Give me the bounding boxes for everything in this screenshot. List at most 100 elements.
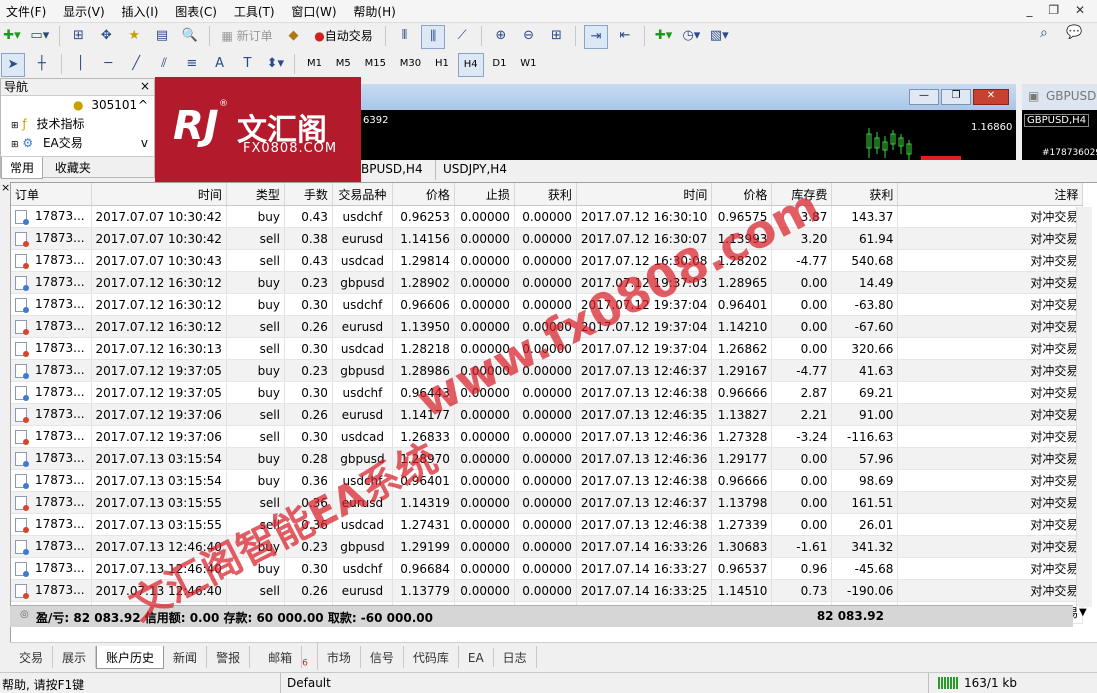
menu-window[interactable]: 窗口(W) [285,0,343,20]
restore-icon[interactable]: ❐ [1042,3,1065,17]
navigator-item-indicators[interactable]: ⊞ ƒ 技术指标 [1,115,154,134]
table-row[interactable]: 17873... 2017.07.07 10:30:42 sell 0.38 eurus… [11,227,1084,250]
profiles-icon[interactable]: ▭▾ [29,25,51,47]
table-row[interactable]: 17873... 2017.07.07 10:30:42 buy 0.43 usdchf… [11,205,1084,228]
indicators-icon[interactable]: ✚▾ [653,25,675,47]
horizontal-line-icon[interactable]: ─ [97,53,119,75]
scroll-down-icon[interactable]: ▼ [1079,607,1087,618]
tile-windows-icon[interactable]: ⊞ [545,25,567,47]
col-close-time-header[interactable]: 时间 [576,183,713,206]
close-icon[interactable]: ✕ [1069,3,1091,17]
search-icon[interactable]: ⌕ [1040,25,1048,41]
tab-news[interactable]: 新闻 [164,646,208,668]
expand-icon[interactable]: ⊞ [11,140,19,150]
auto-scroll-icon[interactable]: ⇥ [584,25,609,49]
tab-common[interactable]: 常用 [1,157,44,179]
tab-trade[interactable]: 交易 [10,646,54,668]
close-icon[interactable]: × [1,181,10,194]
tab-signals[interactable]: 信号 [361,646,404,668]
menu-view[interactable]: 显示(V) [57,0,112,20]
cursor-icon[interactable]: ➤ [1,53,25,77]
text-label-icon[interactable]: T [236,53,258,75]
close-icon[interactable]: ✕ [973,89,1009,105]
table-row[interactable]: 17873... 2017.07.12 19:37:05 buy 0.30 usdchf… [11,381,1084,404]
scroll-down-icon[interactable]: v [141,134,148,153]
terminal-icon[interactable]: ▤ [151,25,173,47]
table-row[interactable]: 17873... 2017.07.13 03:15:55 sell 0.36 usdca… [11,513,1084,536]
scroll-up-icon[interactable]: ^ [138,96,148,115]
tab-favorites[interactable]: 收藏夹 [47,157,99,178]
col-open-time-header[interactable]: 时间 [91,183,227,206]
new-chart-icon[interactable]: ✚▾ [1,25,23,47]
candlestick-icon[interactable]: ⫼ [421,25,446,49]
zoom-out-icon[interactable]: ⊖ [518,25,540,47]
col-lots-header[interactable]: 手数 [284,183,333,206]
table-row[interactable]: 17873... 2017.07.12 19:37:06 sell 0.26 eurus… [11,403,1084,426]
strategy-tester-icon[interactable]: 🔍 [179,25,201,47]
templates-icon[interactable]: ▧▾ [708,25,730,47]
expand-icon[interactable]: ⊞ [11,121,19,131]
arrows-icon[interactable]: ⬍▾ [264,53,286,75]
col-order-header[interactable]: 订单 [11,183,92,206]
tf-m15[interactable]: M15 [360,53,391,75]
menu-file[interactable]: 文件(F) [0,0,53,20]
fibonacci-icon[interactable]: ≡ [181,53,203,75]
chart-window-main[interactable]: — ❐ ✕ 6392 1.16860 [361,84,1016,164]
chart-tab-gbpusd[interactable]: BPUSD,H4 [361,162,423,176]
line-chart-icon[interactable]: ⟋ [451,25,473,47]
vertical-scrollbar[interactable]: ▼ [1076,207,1092,618]
chart-titlebar[interactable]: ▣ GBPUSD [1022,84,1097,110]
menu-help[interactable]: 帮助(H) [347,0,402,20]
chart-shift-icon[interactable]: ⇤ [614,25,636,47]
table-row[interactable]: 17873... 2017.07.13 03:15:55 sell 0.36 eurus… [11,491,1084,514]
table-row[interactable]: 17873... 2017.07.13 03:15:54 buy 0.28 gbpusd… [11,447,1084,470]
tab-code-base[interactable]: 代码库 [404,646,459,668]
metaeditor-icon[interactable]: ◆ [282,25,304,47]
col-type-header[interactable]: 类型 [226,183,285,206]
minimize-icon[interactable]: — [909,89,939,105]
tf-m5[interactable]: M5 [331,53,356,75]
zoom-in-icon[interactable]: ⊕ [490,25,512,47]
tab-market[interactable]: 市场 [318,646,361,668]
channel-icon[interactable]: ⫽ [153,53,175,75]
account-item[interactable]: ● 305101 ^ [1,96,154,115]
col-sl-header[interactable]: 止损 [454,183,515,206]
auto-trading-button[interactable]: ●自动交易 [310,25,377,47]
chart-titlebar[interactable]: — ❐ ✕ [361,84,1016,110]
vertical-line-icon[interactable]: │ [69,53,91,75]
col-open-price-header[interactable]: 价格 [392,183,455,206]
tab-journal[interactable]: 日志 [494,646,537,668]
navigator-item-ea[interactable]: ⊞ ⚙ EA交易 v [1,134,154,153]
table-row[interactable]: 17873... 2017.07.07 10:30:43 sell 0.43 usdca… [11,249,1084,272]
tf-m1[interactable]: M1 [302,53,327,75]
tab-account-history[interactable]: 账户历史 [96,646,165,669]
col-tp-header[interactable]: 获利 [514,183,577,206]
col-comment-header[interactable]: 注释 [897,183,1084,206]
data-window-icon[interactable]: ✥ [95,25,117,47]
market-watch-icon[interactable]: ⊞ [67,25,89,47]
tf-d1[interactable]: D1 [487,53,511,75]
col-profit-header[interactable]: 获利 [831,183,899,206]
navigator-icon[interactable]: ★ [123,25,145,47]
restore-icon[interactable]: ❐ [941,89,971,105]
chart-tab-usdjpy[interactable]: USDJPY,H4 [443,162,507,176]
close-icon[interactable]: × [140,79,150,93]
new-order-button[interactable]: ▦ 新订单 [217,25,276,47]
table-row[interactable]: 17873... 2017.07.12 16:30:12 buy 0.23 gbpusd… [11,271,1084,294]
menu-tools[interactable]: 工具(T) [228,0,282,20]
crosshair-icon[interactable]: ┼ [31,53,53,75]
tab-alerts[interactable]: 警报 [207,646,251,668]
chat-icon[interactable]: 💬 [1066,25,1082,40]
trendline-icon[interactable]: ╱ [125,53,147,75]
table-row[interactable]: 17873... 2017.07.13 03:15:54 buy 0.36 usdchf… [11,469,1084,492]
tf-w1[interactable]: W1 [515,53,541,75]
bar-chart-icon[interactable]: ⫴ [393,25,415,47]
tab-mailbox[interactable]: 邮箱 6 [250,643,318,671]
minimize-icon[interactable]: _ [1021,3,1039,17]
tab-exposure[interactable]: 展示 [53,646,97,668]
tf-h1[interactable]: H1 [430,53,454,75]
text-icon[interactable]: A [209,53,231,75]
col-symbol-header[interactable]: 交易品种 [332,183,393,206]
tab-ea[interactable]: EA [459,648,494,667]
tf-m30[interactable]: M30 [395,53,426,75]
